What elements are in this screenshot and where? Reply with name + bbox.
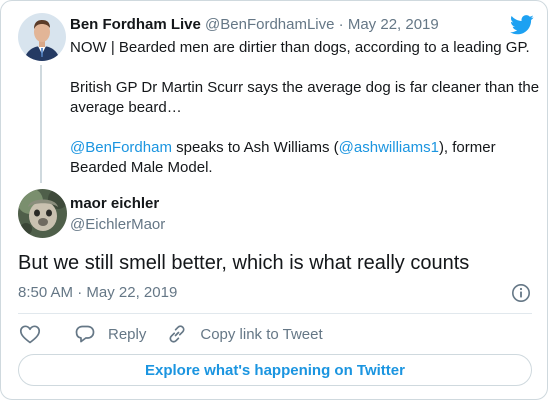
parent-handle-text: @BenFordhamLive <box>205 16 335 33</box>
mention-line-text-1: speaks to Ash Williams ( <box>171 139 339 156</box>
mention-benfordham-link[interactable]: @BenFordham <box>70 139 172 156</box>
info-icon[interactable] <box>511 283 531 303</box>
tweet-actions: Reply Copy link to Tweet <box>18 322 343 346</box>
thread-connector-line <box>40 65 42 183</box>
parent-tweet-header: Ben Fordham Live @BenFordhamLive · May 2… <box>70 14 510 36</box>
reply-time: 8:50 AM <box>18 284 74 301</box>
parent-tweet-line-1: NOW | Bearded men are dirtier than dogs,… <box>70 39 530 56</box>
reply-timestamp[interactable]: 8:50 AM · May 22, 2019 <box>18 282 177 304</box>
parent-tweet-date[interactable]: May 22, 2019 <box>348 16 439 33</box>
explore-twitter-button[interactable]: Explore what's happening on Twitter <box>18 354 532 386</box>
heart-icon <box>19 325 41 344</box>
reply-date: May 22, 2019 <box>86 284 178 301</box>
reply-bubble-icon <box>75 325 95 343</box>
parent-author-name[interactable]: Ben Fordham Live <box>70 16 201 33</box>
parent-tweet-mention-line: @BenFordham speaks to Ash Williams (@ash… <box>70 138 540 178</box>
like-button[interactable] <box>18 322 42 346</box>
mention-ashwilliams-link[interactable]: @ashwilliams1 <box>339 139 439 156</box>
parent-tweet-line-2: British GP Dr Martin Scurr says the aver… <box>70 79 540 116</box>
copy-link-button[interactable]: Copy link to Tweet <box>166 322 323 346</box>
reply-time-separator: · <box>73 284 87 301</box>
copy-link-label: Copy link to Tweet <box>200 325 323 343</box>
parent-author-handle[interactable]: @BenFordhamLive <box>205 16 334 33</box>
reply-author-name[interactable]: maor eichler <box>70 193 159 215</box>
reply-button-label: Reply <box>108 325 147 343</box>
ben-fordham-avatar[interactable] <box>18 13 66 61</box>
parent-date-separator: · <box>334 16 348 33</box>
link-icon <box>169 325 185 343</box>
actions-divider <box>18 313 532 314</box>
embedded-tweet-card: Ben Fordham Live @BenFordhamLive · May 2… <box>0 0 548 400</box>
twitter-bird-icon[interactable] <box>510 15 534 35</box>
reply-author-handle[interactable]: @EichlerMaor <box>70 214 165 236</box>
maor-eichler-avatar[interactable] <box>18 189 67 238</box>
reply-button[interactable]: Reply <box>74 322 146 346</box>
parent-tweet-text: NOW | Bearded men are dirtier than dogs,… <box>70 38 540 178</box>
reply-tweet-text: But we still smell better, which is what… <box>18 252 470 274</box>
